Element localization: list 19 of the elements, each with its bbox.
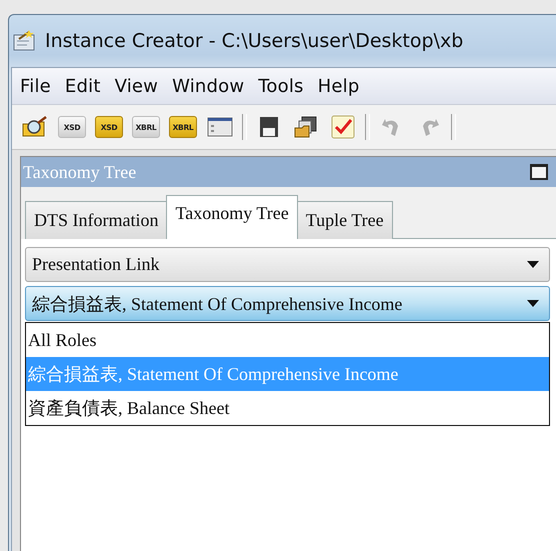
role-dropdown[interactable]: 綜合損益表, Statement Of Comprehensive Income: [25, 286, 550, 321]
menu-item[interactable]: View: [114, 76, 158, 96]
list-option[interactable]: All Roles: [26, 323, 549, 357]
menu-item[interactable]: Edit: [64, 76, 101, 96]
caret-icon: [527, 300, 539, 307]
maximize-icon[interactable]: [530, 164, 548, 180]
tab[interactable]: Taxonomy Tree: [166, 195, 298, 239]
menu-item[interactable]: Tools: [258, 76, 304, 96]
panel-title: Taxonomy Tree: [23, 162, 136, 182]
menu-item[interactable]: Window: [172, 76, 244, 96]
menu-item[interactable]: File: [20, 76, 51, 96]
tab[interactable]: Tuple Tree: [296, 201, 393, 239]
wand-icon: [13, 30, 35, 52]
list-option[interactable]: 資產負債表, Balance Sheet: [26, 391, 549, 425]
window-title: Instance Creator - C:\Users\user\Desktop\xb: [45, 30, 464, 52]
tab[interactable]: DTS Information: [25, 201, 168, 239]
caret-icon: [527, 261, 539, 268]
link-dropdown[interactable]: Presentation Link: [25, 247, 550, 282]
menu-item[interactable]: Help: [318, 76, 360, 96]
